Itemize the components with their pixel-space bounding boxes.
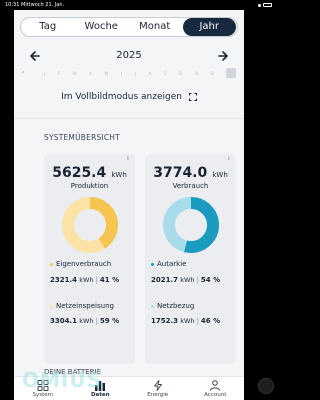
feed-in-dot [50, 304, 53, 308]
production-unit: kWh [111, 171, 127, 179]
fullscreen-label: Im Vollbildmodus anzeigen [61, 92, 182, 102]
period-tabs: Tag Woche Monat Jahr [20, 17, 238, 37]
lightning-icon [153, 380, 162, 391]
consumption-label: Verbrauch [172, 182, 209, 190]
month-label: F [57, 70, 61, 76]
self-use-legend: Eigenverbrauch [50, 260, 111, 268]
nav-energie[interactable]: Energie [129, 377, 187, 400]
production-total: 5625.4 kWh [44, 162, 135, 181]
divider [14, 118, 244, 119]
feed-in-pct: 59 % [99, 317, 120, 325]
grid-dot [151, 304, 154, 308]
watermark-logo: OMIUS [22, 368, 102, 392]
grid-unit: kWh [180, 317, 195, 325]
month-label: J [120, 70, 122, 76]
self-use-unit: kWh [79, 276, 94, 284]
grid-label: Netzbezug [157, 302, 195, 310]
month-selector-handle[interactable] [226, 68, 236, 78]
grid-values: 1752.3 kWh | 46 % [151, 317, 220, 325]
production-label: Produktion [70, 182, 109, 190]
autarky-values: 2021.7 kWh | 54 % [151, 276, 220, 284]
status-time: 10:31 [5, 2, 20, 8]
nav-label: Energie [147, 392, 169, 398]
self-use-kwh: 2321.4 [50, 276, 78, 284]
self-use-pct: 41 % [99, 276, 120, 284]
separator: | [196, 276, 199, 284]
autarky-label: Autarkie [157, 260, 187, 268]
feed-in-kwh: 3304.1 [50, 317, 78, 325]
nav-label: Account [204, 392, 227, 398]
month-label: A [89, 70, 92, 76]
self-use-values: 2321.4 kWh | 41 % [50, 276, 119, 284]
status-icons [258, 0, 272, 10]
battery-icon [263, 3, 272, 7]
month-label: M [72, 70, 77, 76]
autarky-legend: Autarkie [151, 260, 186, 268]
separator: | [95, 276, 98, 284]
grid-pct: 46 % [200, 317, 221, 325]
month-label: D [210, 70, 214, 76]
consumption-card[interactable]: i 3774.0 kWh Verbrauch Autarkie 2021.7 k… [145, 154, 236, 364]
consumption-value: 3774.0 [153, 165, 208, 181]
separator: | [95, 317, 98, 325]
month-label: M [104, 70, 109, 76]
production-card[interactable]: i 5625.4 kWh Produktion Eigenverbrauch 2… [44, 154, 135, 364]
app-screen: Tag Woche Monat Jahr 2025 ‹ J F M A M J … [14, 10, 244, 400]
expand-icon [188, 92, 197, 101]
tab-monat[interactable]: Monat [128, 18, 182, 36]
separator: | [196, 317, 199, 325]
autarky-unit: kWh [180, 276, 195, 284]
fullscreen-link[interactable]: Im Vollbildmodus anzeigen [14, 92, 244, 102]
consumption-donut-chart [163, 197, 219, 253]
year-label: 2025 [116, 50, 142, 61]
month-label: A [148, 70, 152, 76]
feed-in-values: 3304.1 kWh | 59 % [50, 317, 119, 325]
production-donut-chart [62, 197, 118, 253]
arrow-right-icon[interactable] [216, 49, 230, 63]
feed-in-label: Netzeinspeisung [56, 302, 114, 310]
production-value: 5625.4 [52, 165, 107, 181]
month-strip: J F M A M J J A S O N D [44, 69, 214, 77]
nav-label: System [32, 392, 53, 398]
autarky-kwh: 2021.7 [151, 276, 179, 284]
autarky-pct: 54 % [200, 276, 221, 284]
tab-tag[interactable]: Tag [21, 18, 75, 36]
scroll-left-icon: ‹ [22, 69, 25, 76]
year-navigator: 2025 [14, 46, 244, 66]
tab-jahr[interactable]: Jahr [182, 18, 236, 36]
nav-label: Daten [90, 392, 110, 398]
month-label: J [134, 70, 136, 76]
autarky-dot [151, 262, 154, 266]
grid-legend: Netzbezug [151, 302, 194, 310]
status-bar: 10:31 Mittwoch 21. Jan. [0, 0, 278, 10]
status-date: Mittwoch 21. Jan. [21, 2, 65, 8]
tab-woche[interactable]: Woche [75, 18, 129, 36]
self-use-dot [50, 262, 53, 266]
floating-action-button[interactable] [258, 378, 274, 394]
month-label: N [195, 70, 199, 76]
feed-in-legend: Netzeinspeisung [50, 302, 114, 310]
consumption-unit: kWh [212, 171, 228, 179]
self-use-label: Eigenverbrauch [56, 260, 112, 268]
month-label: S [164, 70, 167, 76]
feed-in-unit: kWh [79, 317, 94, 325]
consumption-total: 3774.0 kWh [145, 162, 236, 181]
section-title: SYSTEMÜBERSICHT [44, 133, 120, 142]
grid-kwh: 1752.3 [151, 317, 179, 325]
month-label: J [44, 70, 46, 76]
month-label: O [179, 70, 183, 76]
nav-account[interactable]: Account [187, 377, 245, 400]
wifi-icon [258, 3, 261, 7]
person-icon [210, 380, 221, 391]
